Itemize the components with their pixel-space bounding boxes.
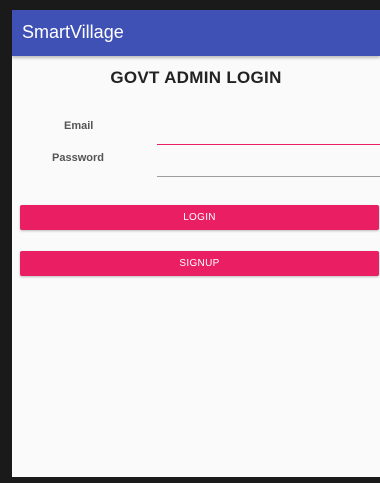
app-title: SmartVillage [22,22,124,42]
device-frame-bottom [0,477,380,483]
app-screen: SmartVillage GOVT ADMIN LOGIN Email Pass… [12,10,380,477]
password-field[interactable] [157,154,380,177]
device-frame-top [0,0,380,10]
email-label: Email [64,120,94,132]
device: SmartVillage GOVT ADMIN LOGIN Email Pass… [0,0,380,483]
app-bar: SmartVillage [12,10,380,56]
email-field[interactable] [157,122,380,145]
login-button[interactable]: LOGIN [20,205,379,230]
password-label: Password [52,152,104,164]
signup-button[interactable]: SIGNUP [20,251,379,276]
page-title: GOVT ADMIN LOGIN [110,68,282,87]
device-frame-left [0,0,12,483]
